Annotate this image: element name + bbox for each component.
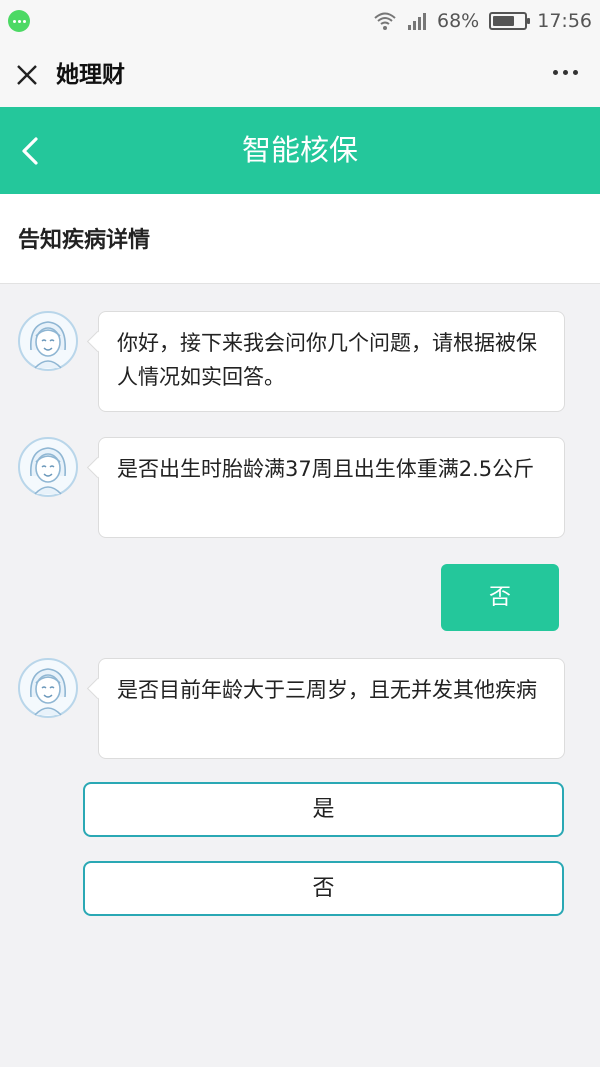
wechat-notification-icon bbox=[8, 10, 30, 32]
close-icon[interactable] bbox=[14, 62, 40, 88]
status-bar: 68% 17:56 bbox=[0, 0, 600, 42]
user-reply-bubble: 否 bbox=[441, 564, 559, 631]
signal-icon bbox=[408, 13, 426, 30]
page-header: 智能核保 bbox=[0, 107, 600, 194]
app-title: 她理财 bbox=[56, 62, 125, 88]
battery-icon bbox=[489, 12, 531, 30]
battery-percent: 68% bbox=[437, 10, 480, 32]
yes-option-button[interactable]: 是 bbox=[83, 782, 564, 837]
wifi-icon bbox=[374, 12, 396, 30]
assistant-avatar-icon bbox=[18, 311, 78, 371]
page-title: 智能核保 bbox=[241, 133, 358, 167]
message-text: 是否出生时胎龄满37周且出生体重满2.5公斤 bbox=[117, 457, 535, 481]
section-header: 告知疾病详情 bbox=[0, 194, 600, 284]
more-options-icon[interactable] bbox=[553, 70, 578, 75]
assistant-message-bubble: 是否出生时胎龄满37周且出生体重满2.5公斤 bbox=[98, 437, 565, 538]
section-title: 告知疾病详情 bbox=[18, 228, 151, 253]
assistant-message-bubble: 你好，接下来我会问你几个问题，请根据被保人情况如实回答。 bbox=[98, 311, 565, 412]
status-indicators: 68% 17:56 bbox=[373, 0, 592, 42]
assistant-message-bubble: 是否目前年龄大于三周岁，且无并发其他疾病 bbox=[98, 658, 565, 759]
assistant-avatar-icon bbox=[18, 658, 78, 718]
back-arrow-icon[interactable] bbox=[18, 134, 44, 168]
app-bar: 她理财 bbox=[0, 42, 600, 107]
clock: 17:56 bbox=[537, 10, 592, 32]
no-option-button[interactable]: 否 bbox=[83, 861, 564, 916]
message-text: 是否目前年龄大于三周岁，且无并发其他疾病 bbox=[117, 678, 537, 702]
assistant-avatar-icon bbox=[18, 437, 78, 497]
message-text: 你好，接下来我会问你几个问题，请根据被保人情况如实回答。 bbox=[117, 331, 537, 389]
